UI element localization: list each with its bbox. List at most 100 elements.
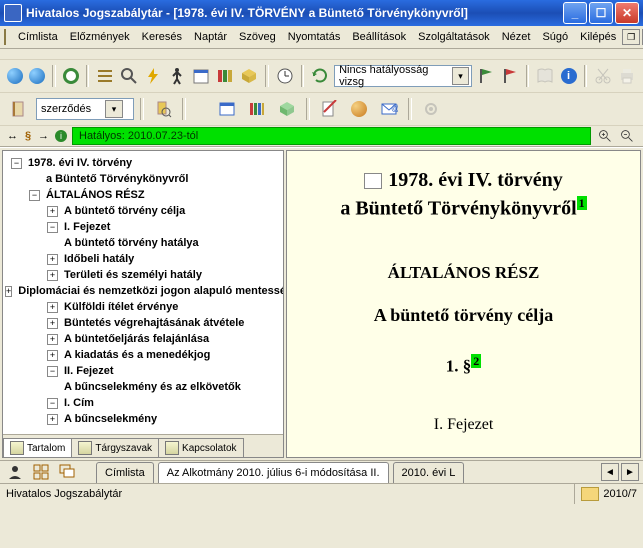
tree-tab-kapcsolatok[interactable]: Kapcsolatok	[158, 438, 243, 457]
tree-node-label: A büntetőeljárás felajánlása	[62, 332, 211, 346]
tree-node[interactable]: +Diplomáciai és nemzetközi jogon alapuló…	[5, 283, 281, 299]
keyword-combo[interactable]: szerződés ▾	[36, 98, 134, 120]
gear-icon[interactable]	[418, 96, 444, 122]
books-color-icon[interactable]	[244, 96, 270, 122]
collapse-icon[interactable]: −	[11, 158, 22, 169]
menu-kilepes[interactable]: Kilépés	[574, 29, 622, 45]
clock-icon[interactable]	[275, 63, 295, 89]
tile-windows-icon[interactable]	[30, 462, 52, 482]
tree-node[interactable]: +Területi és személyi hatály	[5, 267, 281, 283]
tree-node[interactable]: A büntető törvény hatálya	[5, 235, 281, 251]
menu-elozmenyek[interactable]: Előzmények	[64, 29, 136, 45]
tree-node[interactable]: +Időbeli hatály	[5, 251, 281, 267]
menu-kereses[interactable]: Keresés	[136, 29, 188, 45]
books-icon[interactable]	[215, 63, 235, 89]
menu-nezet[interactable]: Nézet	[496, 29, 537, 45]
globe-right-icon[interactable]	[28, 63, 46, 89]
collapse-icon[interactable]: −	[47, 398, 58, 409]
doc-tab-2010-l[interactable]: 2010. évi L	[393, 462, 465, 483]
tree-node[interactable]: +A büntető törvény célja	[5, 203, 281, 219]
lightning-icon[interactable]	[143, 63, 163, 89]
law-book-icon[interactable]	[6, 96, 32, 122]
mail-icon[interactable]: @	[376, 96, 402, 122]
expand-icon[interactable]: +	[47, 270, 58, 281]
expand-icon[interactable]: +	[47, 302, 58, 313]
edit-doc-icon[interactable]	[316, 96, 342, 122]
search-icon[interactable]	[119, 63, 139, 89]
tree-node[interactable]: + A büntetőeljárás felajánlása	[5, 331, 281, 347]
maximize-button[interactable]: ☐	[589, 2, 613, 24]
expand-icon[interactable]: +	[47, 318, 58, 329]
mdi-restore-button[interactable]: ❐	[622, 29, 640, 45]
world-settings-icon[interactable]	[346, 96, 372, 122]
chevron-down-icon[interactable]: ▾	[452, 67, 469, 85]
menu-naptar[interactable]: Naptár	[188, 29, 233, 45]
info-icon[interactable]: i	[559, 63, 577, 89]
menu-nyomtatas[interactable]: Nyomtatás	[282, 29, 347, 45]
minimize-button[interactable]: _	[563, 2, 587, 24]
user-icon[interactable]	[4, 462, 26, 482]
flag-green-icon[interactable]	[476, 63, 496, 89]
collapse-icon[interactable]: −	[47, 366, 58, 377]
cascade-windows-icon[interactable]	[56, 462, 78, 482]
list-icon[interactable]	[95, 63, 115, 89]
menu-szoveg[interactable]: Szöveg	[233, 29, 282, 45]
window-icon[interactable]	[214, 96, 240, 122]
zoom-in-icon[interactable]	[595, 127, 615, 145]
nav-left-icon[interactable]: ↔	[6, 127, 19, 145]
tree-node[interactable]: a Büntető Törvénykönyvről	[5, 171, 281, 187]
flag-red-icon[interactable]	[500, 63, 520, 89]
menu-szolgaltatasok[interactable]: Szolgáltatások	[412, 29, 496, 45]
cut-icon[interactable]	[593, 63, 613, 89]
book-open-icon[interactable]	[535, 63, 555, 89]
expand-icon[interactable]: +	[47, 206, 58, 217]
expand-icon[interactable]: +	[47, 350, 58, 361]
calendar-icon[interactable]	[191, 63, 211, 89]
chevron-down-icon[interactable]: ▾	[105, 100, 123, 118]
menu-beallitasok[interactable]: Beállítások	[346, 29, 412, 45]
tree-tab-tartalom[interactable]: Tartalom	[3, 438, 72, 457]
menu-cimlista[interactable]: Címlista	[12, 29, 64, 45]
footnote-ref-2[interactable]: 2	[471, 354, 481, 368]
target-icon[interactable]	[62, 63, 80, 89]
expand-icon[interactable]: +	[47, 414, 58, 425]
tree-body[interactable]: −1978. évi IV. törvénya Büntető Törvényk…	[3, 151, 283, 434]
zoom-out-icon[interactable]	[617, 127, 637, 145]
validity-combo[interactable]: Nincs hatályosság vizsg ▾	[334, 65, 472, 87]
doc-tab-cimlista[interactable]: Címlista	[96, 462, 154, 483]
package-icon[interactable]	[274, 96, 300, 122]
info-small-icon[interactable]: i	[54, 127, 68, 145]
find-book-icon[interactable]	[150, 96, 176, 122]
tree-tab-targyszavak[interactable]: Tárgyszavak	[71, 438, 159, 457]
nav-right-icon[interactable]: →	[37, 127, 50, 145]
tree-node[interactable]: +A kiadatás és a menedékjog	[5, 347, 281, 363]
tree-node[interactable]: −ÁLTALÁNOS RÉSZ	[5, 187, 281, 203]
run-icon[interactable]	[167, 63, 187, 89]
close-button[interactable]: ✕	[615, 2, 639, 24]
collapse-icon[interactable]: −	[29, 190, 40, 201]
expand-icon[interactable]: +	[47, 334, 58, 345]
expand-icon[interactable]: +	[47, 254, 58, 265]
collapse-icon[interactable]: −	[47, 222, 58, 233]
section-icon[interactable]: §	[23, 127, 33, 145]
print-icon[interactable]	[617, 63, 637, 89]
content-pane[interactable]: 1978. évi IV. törvény a Büntető Törvényk…	[286, 150, 641, 458]
book-icon	[4, 29, 6, 45]
expand-icon[interactable]: +	[5, 286, 12, 297]
tabs-scroll-right[interactable]: ►	[621, 463, 639, 481]
tabs-scroll-left[interactable]: ◄	[601, 463, 619, 481]
tree-node[interactable]: +Külföldi ítélet érvénye	[5, 299, 281, 315]
globe-left-icon[interactable]	[6, 63, 24, 89]
tree-node[interactable]: −I. Fejezet	[5, 219, 281, 235]
doc-tab-alkotmany[interactable]: Az Alkotmány 2010. július 6-i módosítása…	[158, 462, 389, 483]
tree-node[interactable]: −1978. évi IV. törvény	[5, 155, 281, 171]
tree-node[interactable]: A bűncselekmény és az elkövetők	[5, 379, 281, 395]
tree-node[interactable]: +A bűncselekmény	[5, 411, 281, 427]
box-icon[interactable]	[239, 63, 259, 89]
tree-node[interactable]: −II. Fejezet	[5, 363, 281, 379]
tree-node[interactable]: −I. Cím	[5, 395, 281, 411]
refresh-icon[interactable]	[310, 63, 330, 89]
footnote-ref-1[interactable]: 1	[577, 196, 587, 210]
menu-sugo[interactable]: Súgó	[536, 29, 574, 45]
tree-node[interactable]: +Büntetés végrehajtásának átvétele	[5, 315, 281, 331]
